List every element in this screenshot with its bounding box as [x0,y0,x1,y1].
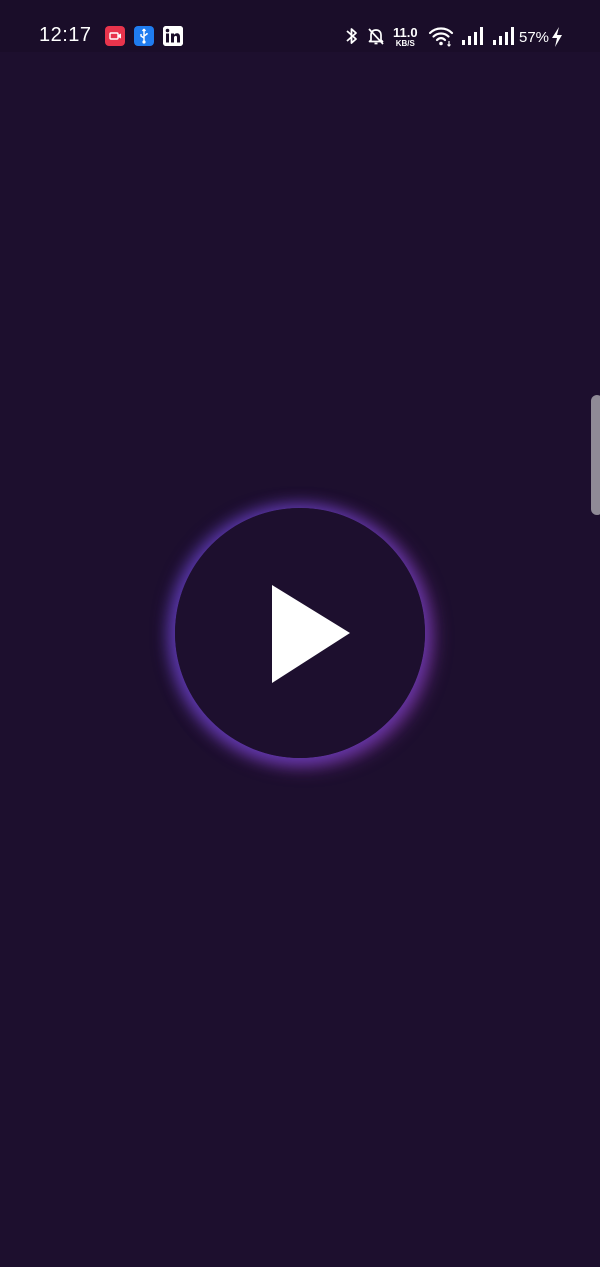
signal-icon [462,27,483,45]
edge-panel-handle[interactable] [591,395,600,515]
charging-icon [552,27,562,47]
wifi-icon [428,27,454,47]
status-clock: 12:17 [39,24,92,46]
bluetooth-icon [346,28,357,44]
battery-percent: 57% [519,29,550,46]
screen-record-icon [105,26,125,46]
net-speed: 11.0 KB/S [393,26,418,48]
net-speed-value: 11.0 [393,25,418,40]
status-bar: 12:17 11.0 KB/S 57% [0,0,600,52]
play-icon[interactable] [272,585,350,683]
usb-icon [134,26,154,46]
signal-icon [493,27,514,45]
net-speed-unit: KB/S [395,39,415,48]
bell-off-icon [368,28,384,45]
linkedin-icon [163,26,183,46]
app-screen: 12:17 11.0 KB/S 57% [0,0,600,1267]
